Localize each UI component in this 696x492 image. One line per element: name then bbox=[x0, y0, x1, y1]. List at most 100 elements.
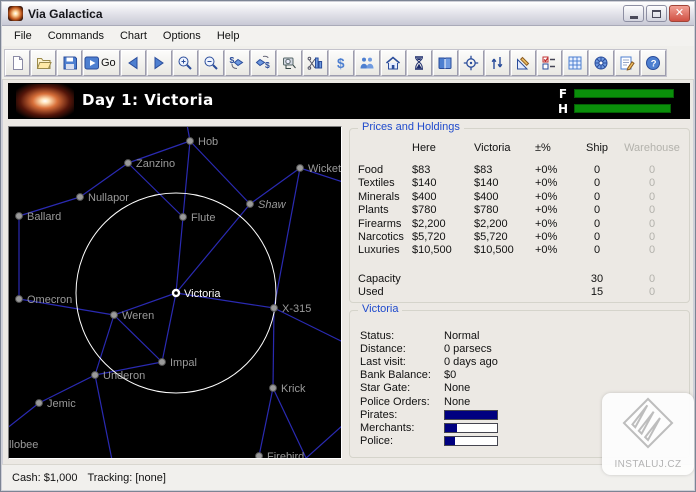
notepad-edit-button[interactable] bbox=[615, 50, 640, 76]
save-floppy-icon bbox=[62, 55, 78, 71]
zoom-out-button[interactable] bbox=[199, 50, 224, 76]
gauge-track bbox=[444, 436, 498, 446]
price-change: +0% bbox=[535, 191, 575, 203]
open-folder-button[interactable] bbox=[31, 50, 56, 76]
zoom-in-button[interactable] bbox=[173, 50, 198, 76]
commodity-name: Firearms bbox=[358, 218, 412, 230]
book-log-button[interactable] bbox=[433, 50, 458, 76]
back-arrow-button[interactable] bbox=[121, 50, 146, 76]
gear-wheel-icon bbox=[593, 55, 609, 71]
map-star-label: Nullapor bbox=[88, 192, 129, 204]
info-value: $0 bbox=[444, 369, 683, 381]
buy-goods-icon: $ bbox=[229, 55, 245, 71]
menu-bar: FileCommandsChartOptionsHelp bbox=[2, 26, 694, 47]
menu-options[interactable]: Options bbox=[155, 28, 209, 44]
equipment-plug-button[interactable] bbox=[277, 50, 302, 76]
forward-arrow-button[interactable] bbox=[147, 50, 172, 76]
info-label: Last visit: bbox=[360, 356, 444, 368]
prices-panel-title: Prices and Holdings bbox=[358, 121, 464, 133]
dollar-button[interactable]: $ bbox=[329, 50, 354, 76]
gauge-label: Pirates: bbox=[360, 409, 444, 421]
target-crosshair-icon bbox=[463, 55, 479, 71]
gauge-label: Merchants: bbox=[360, 422, 444, 434]
warehouse-qty: 0 bbox=[619, 177, 685, 189]
info-row: Bank Balance: $0 bbox=[360, 369, 683, 382]
info-row: Last visit: 0 days ago bbox=[360, 355, 683, 368]
svg-text:$: $ bbox=[230, 55, 235, 65]
checklist-button[interactable] bbox=[537, 50, 562, 76]
go-play-button[interactable]: Go bbox=[83, 50, 120, 76]
ship-qty: 0 bbox=[575, 231, 619, 243]
meter-h: H bbox=[556, 101, 674, 116]
map-star-label: Jemic bbox=[47, 398, 76, 410]
chart-edit-icon bbox=[515, 55, 531, 71]
info-label: Distance: bbox=[360, 343, 444, 355]
meter-track bbox=[574, 104, 674, 113]
price-here: $83 bbox=[412, 164, 474, 176]
star-glow-image bbox=[16, 84, 74, 118]
new-file-button[interactable] bbox=[5, 50, 30, 76]
chart-edit-button[interactable] bbox=[511, 50, 536, 76]
price-here: $10,500 bbox=[412, 244, 474, 256]
status-bar: Cash: $1,000 Tracking: [none] bbox=[2, 464, 694, 490]
go-play-label: Go bbox=[101, 57, 116, 69]
ship-qty: 0 bbox=[575, 164, 619, 176]
buy-goods-button[interactable]: $ bbox=[225, 50, 250, 76]
forward-arrow-icon bbox=[151, 55, 167, 71]
maximize-icon bbox=[652, 10, 661, 18]
map-star-hollobee[interactable]: Hollobee bbox=[9, 439, 38, 451]
price-change: +0% bbox=[535, 164, 575, 176]
summary-label: Used bbox=[358, 286, 412, 298]
sort-arrows-button[interactable] bbox=[485, 50, 510, 76]
commodity-name: Luxuries bbox=[358, 244, 412, 256]
equipment-plug-icon bbox=[281, 55, 297, 71]
window-title: Via Galactica bbox=[28, 7, 621, 21]
gauge-fill bbox=[445, 424, 457, 432]
warehouse-qty: 0 bbox=[619, 244, 685, 256]
save-floppy-button[interactable] bbox=[57, 50, 82, 76]
grid-icon bbox=[567, 55, 583, 71]
maximize-button[interactable] bbox=[646, 5, 667, 22]
menu-chart[interactable]: Chart bbox=[112, 28, 155, 44]
menu-commands[interactable]: Commands bbox=[40, 28, 112, 44]
people-button[interactable] bbox=[355, 50, 380, 76]
price-victoria: $83 bbox=[474, 164, 535, 176]
window-controls: ✕ bbox=[621, 5, 690, 22]
col-victoria: Victoria bbox=[474, 142, 535, 154]
map-star-label: Hob bbox=[198, 136, 218, 148]
close-button[interactable]: ✕ bbox=[669, 5, 690, 22]
go-play-icon bbox=[84, 55, 100, 71]
menu-help[interactable]: Help bbox=[209, 28, 248, 44]
home-button[interactable] bbox=[381, 50, 406, 76]
help-button[interactable]: ? bbox=[641, 50, 666, 76]
menu-file[interactable]: File bbox=[6, 28, 40, 44]
svg-text:$: $ bbox=[337, 56, 345, 71]
hourglass-button[interactable] bbox=[407, 50, 432, 76]
grid-button[interactable] bbox=[563, 50, 588, 76]
gauge-fill bbox=[445, 411, 497, 419]
commodity-name: Plants bbox=[358, 204, 412, 216]
meter-fill bbox=[574, 89, 674, 98]
star-map[interactable]: HobZanzinoWicketNullaporShawBallardFlute… bbox=[8, 126, 342, 459]
price-victoria: $140 bbox=[474, 177, 535, 189]
price-victoria: $780 bbox=[474, 204, 535, 216]
warehouse-qty: 0 bbox=[619, 231, 685, 243]
ship-qty: 0 bbox=[575, 204, 619, 216]
warehouse-qty: 0 bbox=[619, 204, 685, 216]
sell-goods-button[interactable]: $ bbox=[251, 50, 276, 76]
sort-arrows-icon bbox=[489, 55, 505, 71]
map-star-label: Wicket bbox=[308, 163, 341, 175]
gear-wheel-button[interactable] bbox=[589, 50, 614, 76]
price-here: $780 bbox=[412, 204, 474, 216]
close-icon: ✕ bbox=[675, 8, 684, 19]
day-location-title: Day 1: Victoria bbox=[82, 91, 214, 109]
target-crosshair-button[interactable] bbox=[459, 50, 484, 76]
price-cut-chart-button[interactable] bbox=[303, 50, 328, 76]
prices-table: HereVictoria±%ShipWarehouseFood$83$83+0%… bbox=[358, 141, 687, 299]
meter-fill bbox=[574, 104, 671, 113]
map-star-label: Victoria bbox=[184, 288, 221, 300]
title-bar[interactable]: Via Galactica ✕ bbox=[2, 2, 694, 26]
price-cut-chart-icon bbox=[307, 55, 323, 71]
minimize-button[interactable] bbox=[623, 5, 644, 22]
sell-goods-icon: $ bbox=[255, 55, 271, 71]
